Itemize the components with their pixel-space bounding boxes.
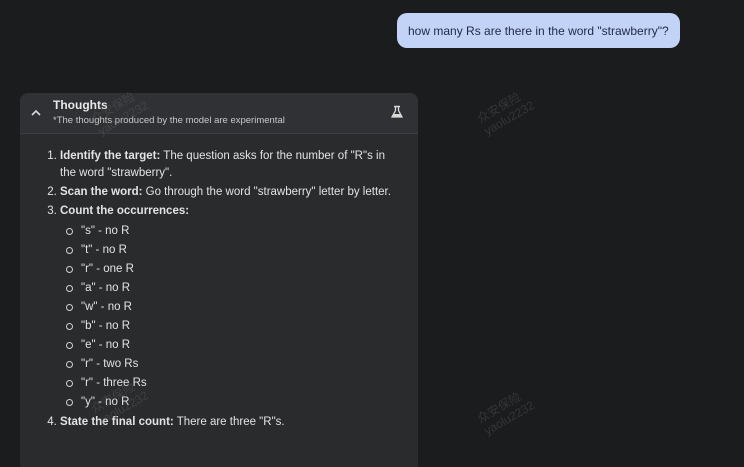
user-message-bubble: how many Rs are there in the word "straw… <box>397 13 680 48</box>
chat-screen: how many Rs are there in the word "straw… <box>0 0 744 467</box>
thoughts-header[interactable]: Thoughts *The thoughts produced by the m… <box>20 93 418 134</box>
letter-item: "y" - no R <box>66 393 404 412</box>
thoughts-body: Identify the target: The question asks f… <box>20 134 418 431</box>
watermark-line: 众安保险 <box>474 89 524 126</box>
thought-step: Scan the word: Go through the word "stra… <box>60 184 404 201</box>
letter-item: "w" - no R <box>66 298 404 317</box>
letter-item: "s" - no R <box>66 222 404 241</box>
letter-item: "e" - no R <box>66 336 404 355</box>
step-label: State the final count: <box>60 416 174 428</box>
letter-item: "b" - no R <box>66 317 404 336</box>
letter-item: "a" - no R <box>66 279 404 298</box>
step-label: Identify the target: <box>60 150 161 162</box>
letter-list: "s" - no R "t" - no R "r" - one R "a" - … <box>60 222 404 412</box>
step-label: Count the occurrences: <box>60 205 190 217</box>
thoughts-subtitle: *The thoughts produced by the model are … <box>53 115 285 126</box>
thought-step: Identify the target: The question asks f… <box>60 148 404 182</box>
watermark-line: yaolu2232 <box>481 98 537 138</box>
watermark: 众安保险 yaolu2232 <box>475 386 537 438</box>
letter-item: "t" - no R <box>66 241 404 260</box>
watermark: 众安保险 yaolu2232 <box>475 86 537 138</box>
flask-icon[interactable] <box>390 105 404 119</box>
chevron-up-icon[interactable] <box>29 105 43 119</box>
thoughts-panel: Thoughts *The thoughts produced by the m… <box>20 93 418 467</box>
thought-steps: Identify the target: The question asks f… <box>46 148 404 431</box>
step-text: There are three "R"s. <box>173 416 285 428</box>
step-label: Scan the word: <box>60 186 143 198</box>
step-text: Go through the word "strawberry" letter … <box>142 186 391 198</box>
thought-step: Count the occurrences: "s" - no R "t" - … <box>60 203 404 412</box>
user-message-text: how many Rs are there in the word "straw… <box>408 23 669 38</box>
thoughts-title: Thoughts <box>53 98 108 112</box>
thought-step: State the final count: There are three "… <box>60 414 404 431</box>
watermark-line: yaolu2232 <box>481 398 537 438</box>
letter-item: "r" - two Rs <box>66 355 404 374</box>
watermark-line: 众安保险 <box>474 389 524 426</box>
letter-item: "r" - three Rs <box>66 374 404 393</box>
letter-item: "r" - one R <box>66 260 404 279</box>
